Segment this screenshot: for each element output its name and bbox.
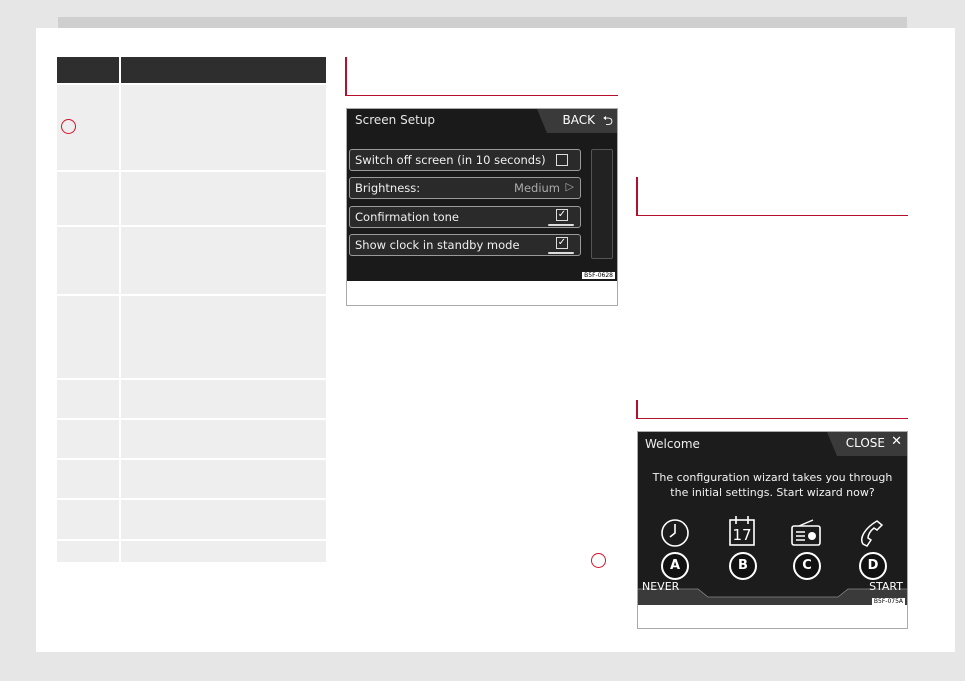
option-indicator xyxy=(548,252,574,254)
figure-code: B5F-075A xyxy=(871,598,905,605)
screen-title: Screen Setup xyxy=(355,113,435,127)
option-label: Brightness: xyxy=(355,181,421,195)
switch-off-screen-option[interactable]: Switch off screen (in 10 seconds) xyxy=(349,149,581,171)
calendar-day: 17 xyxy=(732,526,752,544)
table-row xyxy=(57,458,326,498)
brightness-option[interactable]: Brightness: Medium ▷ xyxy=(349,177,581,199)
settings-table xyxy=(57,57,326,562)
option-label: Switch off screen (in 10 seconds) xyxy=(355,153,546,167)
table-header xyxy=(57,57,326,83)
table-row xyxy=(57,225,326,294)
close-icon[interactable]: ✕ xyxy=(891,434,902,449)
show-clock-option[interactable]: Show clock in standby mode ✓ xyxy=(349,234,581,256)
scrollbar[interactable] xyxy=(591,149,613,259)
start-button[interactable]: START xyxy=(869,580,903,593)
play-arrow-icon: ▷ xyxy=(565,180,574,193)
table-row xyxy=(57,539,326,562)
table-row xyxy=(57,294,326,378)
option-label: Show clock in standby mode xyxy=(355,238,520,252)
table-row xyxy=(57,170,326,225)
screen-title: Welcome xyxy=(645,437,700,451)
figure-callout-circle xyxy=(591,553,606,568)
welcome-figure: Welcome CLOSE ✕ The configuration wizard… xyxy=(637,431,908,629)
wizard-message-line1: The configuration wizard takes you throu… xyxy=(652,471,893,484)
back-arrow-icon: ⮌ xyxy=(602,114,613,129)
never-button[interactable]: NEVER xyxy=(642,580,679,593)
phone-icon xyxy=(861,520,884,547)
checkbox-unchecked[interactable] xyxy=(556,154,568,166)
confirmation-tone-option[interactable]: Confirmation tone ✓ xyxy=(349,206,581,228)
back-button[interactable]: BACK xyxy=(563,113,595,127)
close-button[interactable]: CLOSE xyxy=(846,436,885,450)
table-row xyxy=(57,378,326,418)
table-row xyxy=(57,83,326,170)
checkbox-checked-icon[interactable]: ✓ xyxy=(556,237,568,249)
section-header xyxy=(636,400,908,419)
clock-icon xyxy=(661,519,689,547)
section-header xyxy=(636,177,908,216)
table-row xyxy=(57,418,326,458)
table-row xyxy=(57,498,326,539)
section-header xyxy=(345,57,618,96)
option-indicator xyxy=(548,224,574,226)
screen-setup-figure: Screen Setup BACK ⮌ Switch off screen (i… xyxy=(346,108,618,306)
wizard-message-line2: the initial settings. Start wizard now? xyxy=(670,486,875,499)
figure-code: B5F-0628 xyxy=(582,272,615,279)
option-label: Confirmation tone xyxy=(355,210,459,224)
figure-callout-circle xyxy=(61,119,76,134)
option-value: Medium xyxy=(514,181,560,195)
radio-icon xyxy=(791,519,821,546)
screen-setup-screen: Screen Setup BACK ⮌ Switch off screen (i… xyxy=(347,109,617,281)
checkbox-checked-icon[interactable]: ✓ xyxy=(556,209,568,221)
welcome-screen: Welcome CLOSE ✕ The configuration wizard… xyxy=(638,432,907,605)
